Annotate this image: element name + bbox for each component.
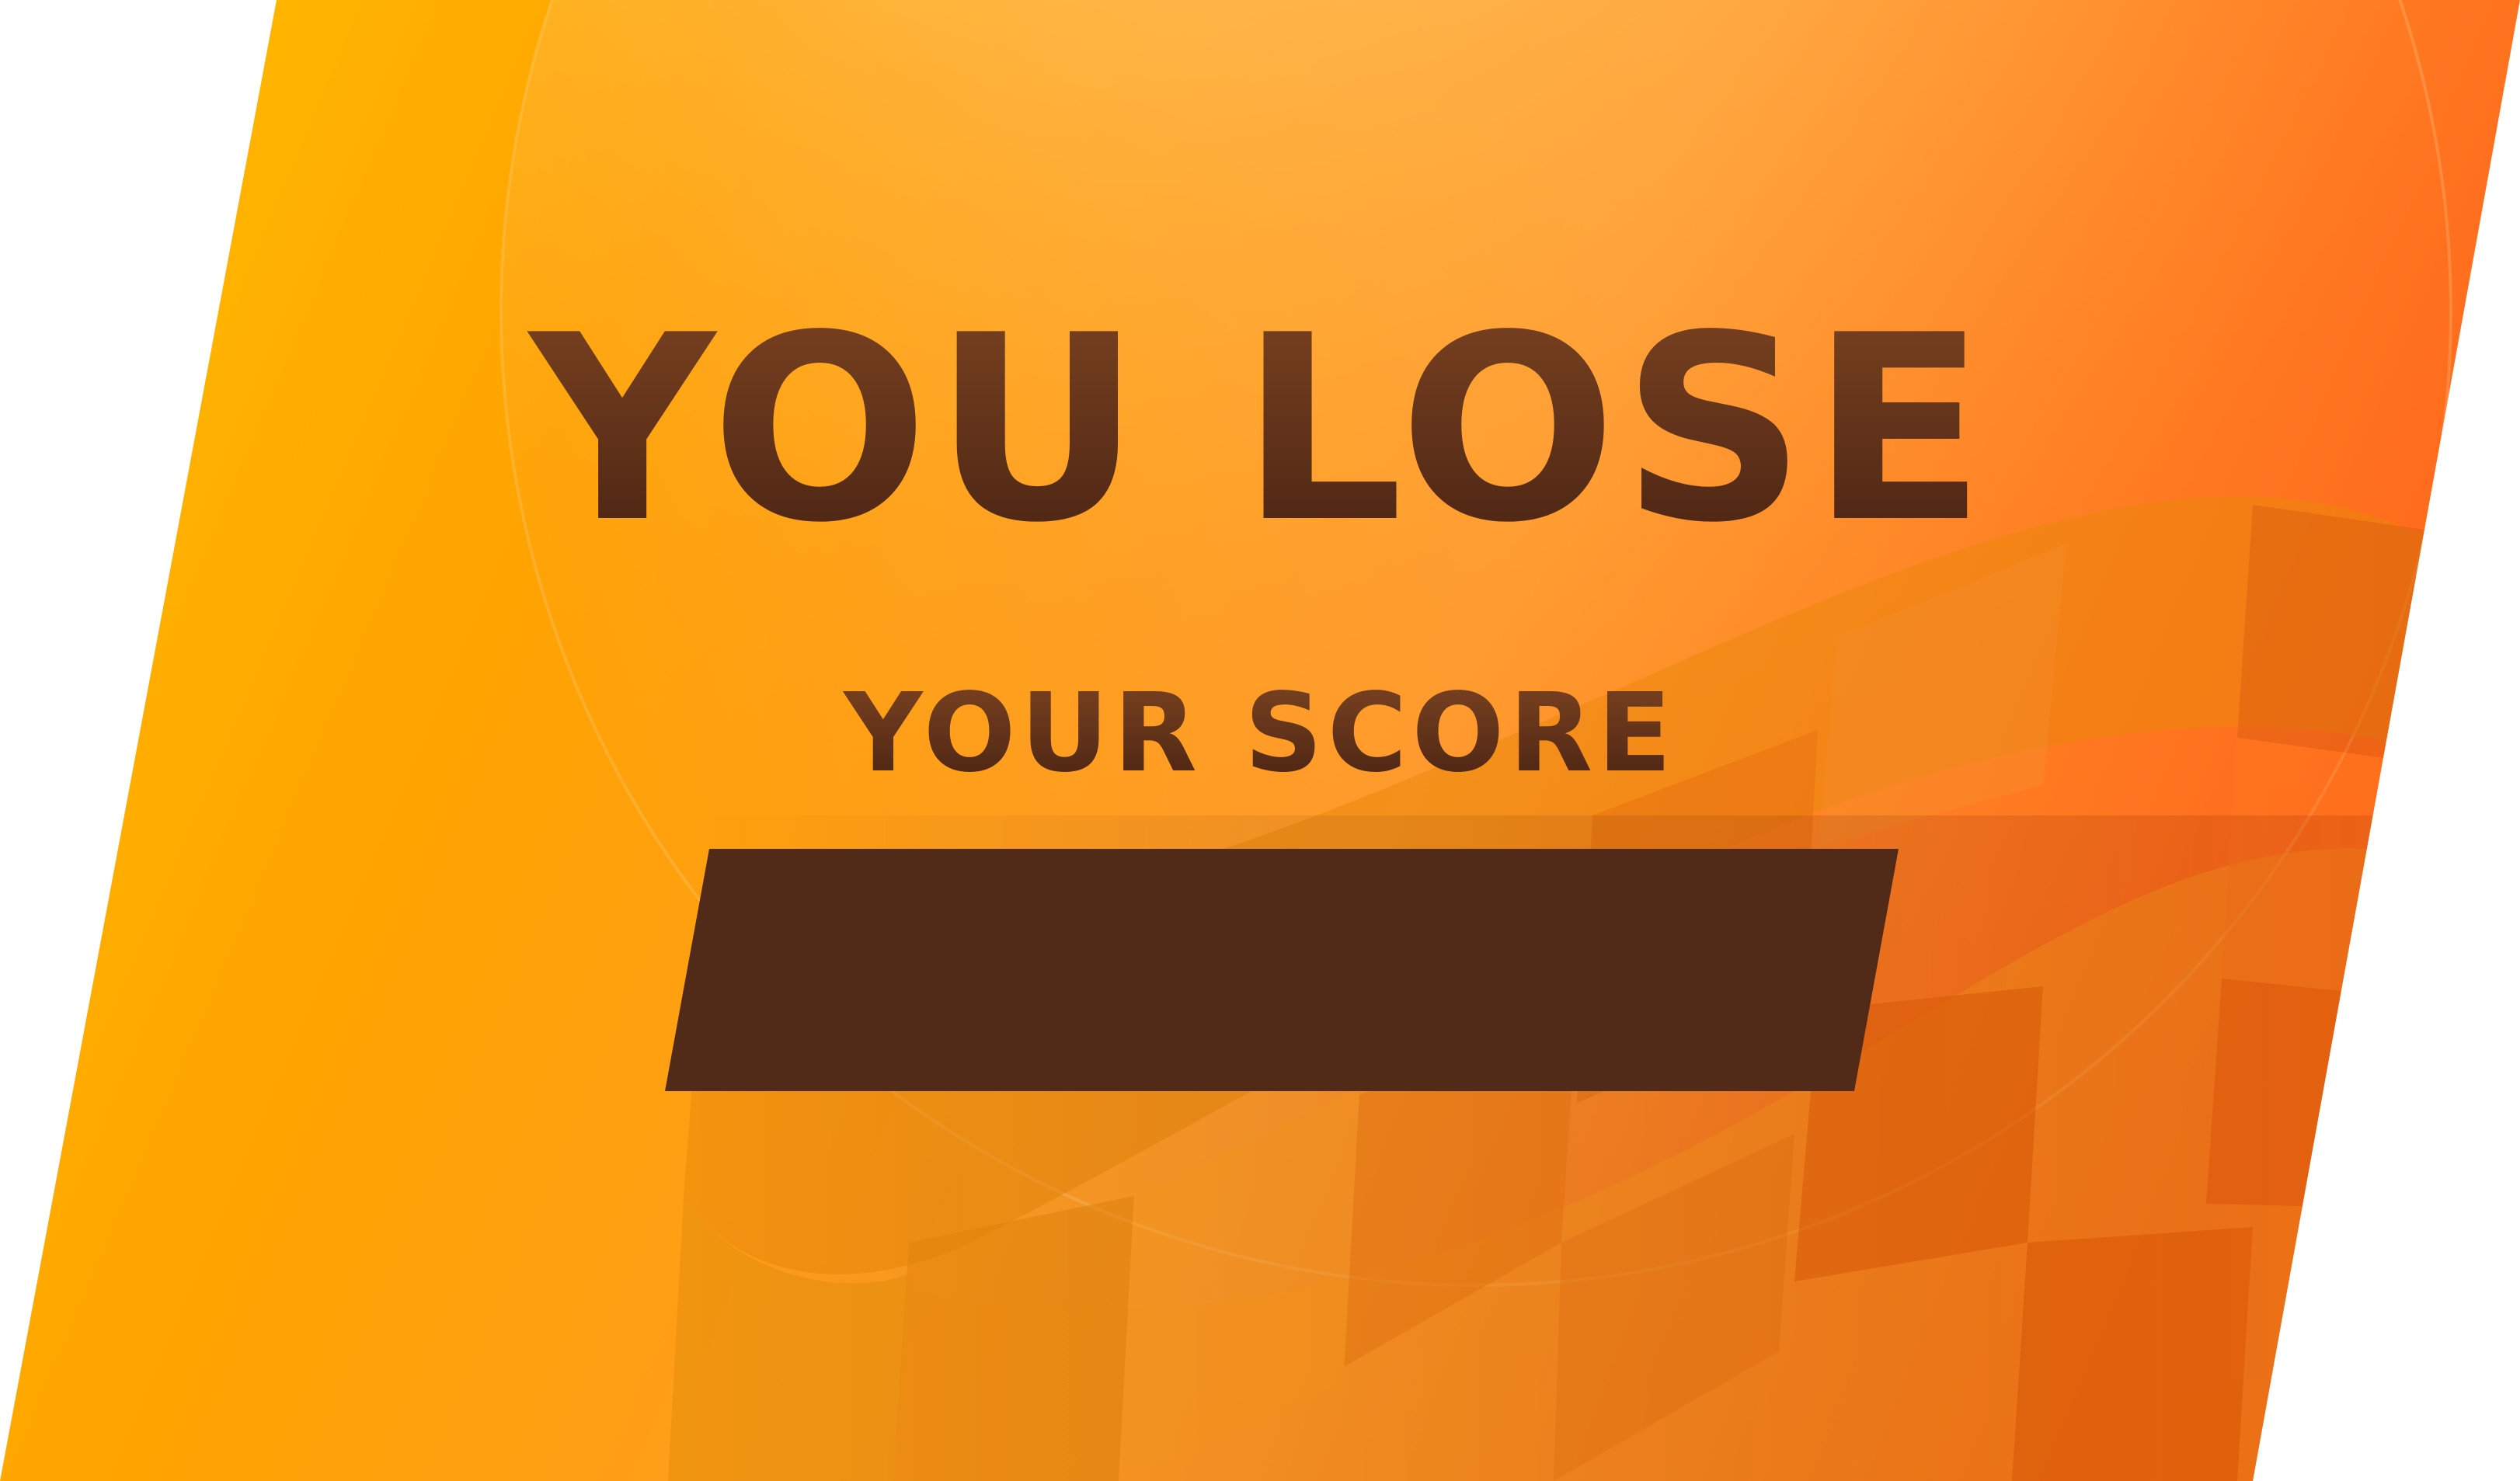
game-over-screen: YOU LOSE YOUR SCORE: [0, 0, 2520, 1481]
your-score-label: YOUR SCORE: [0, 680, 2520, 788]
you-lose-title: YOU LOSE: [0, 301, 2520, 558]
score-display-box: [665, 849, 1899, 1091]
